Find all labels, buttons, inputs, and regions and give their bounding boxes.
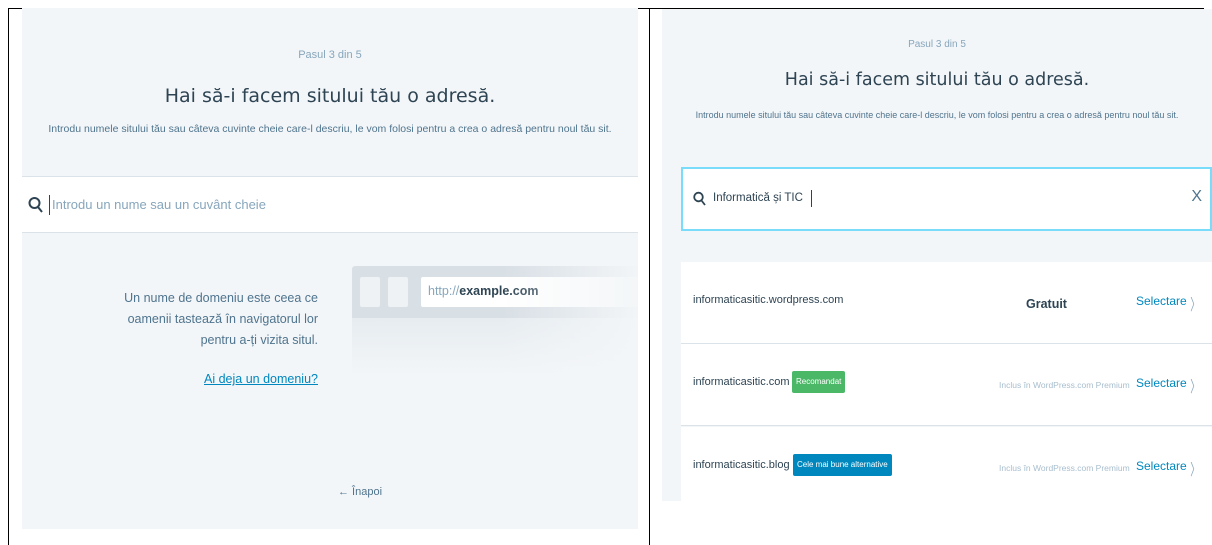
step-indicator: Pasul 3 din 5 (298, 49, 362, 61)
chevron-right-icon: 〉 (1190, 379, 1200, 396)
domain-search-bar[interactable]: Introdu un nume sau un cuvânt cheie (22, 176, 638, 233)
page-subtitle: Introdu numele sitului tău sau câteva cu… (695, 110, 1179, 120)
domain-result-row[interactable]: informaticasitic.com Recomandat Inclus î… (681, 344, 1212, 426)
select-domain-button[interactable]: Selectare (1136, 294, 1187, 308)
domain-result-row[interactable]: informaticasitic.blog Cele mai bune alte… (681, 427, 1212, 501)
domain-name: informaticasitic.blog (693, 459, 790, 471)
text-caret (811, 190, 812, 207)
chevron-right-icon: 〉 (1190, 297, 1200, 314)
step-indicator: Pasul 3 din 5 (908, 39, 966, 50)
page-title: Hai să-i facem sitului tău o adresă. (164, 85, 496, 107)
domain-search-input[interactable]: Introdu un nume sau un cuvânt cheie (52, 197, 266, 212)
plan-included-note: Inclus în WordPress.com Premium (999, 380, 1130, 390)
domain-search-input[interactable]: Informatică și TIC (713, 192, 803, 204)
browser-nav-button (360, 277, 380, 307)
back-button[interactable]: ← Înapoi (22, 486, 638, 498)
domain-name: informaticasitic.wordpress.com (693, 294, 844, 306)
best-alternative-badge: Cele mai bune alternative (793, 454, 892, 476)
page-title: Hai să-i facem sitului tău o adresă. (784, 70, 1090, 90)
recommended-badge: Recomandat (792, 371, 846, 393)
domain-result-row[interactable]: informaticasitic.wordpress.com Gratuit S… (681, 262, 1212, 344)
explanation-line: oamenii tastează în navigatorul lor (127, 312, 318, 326)
chevron-right-icon: 〉 (1190, 462, 1200, 479)
url-prefix: http:// (428, 284, 460, 298)
browser-nav-button (388, 277, 408, 307)
domain-search-bar[interactable]: Informatică și TIC X (681, 167, 1212, 231)
select-domain-button[interactable]: Selectare (1136, 376, 1187, 390)
explanation-line: Un nume de domeniu este ceea ce (124, 291, 318, 305)
domain-name: informaticasitic.com (693, 376, 790, 388)
select-domain-button[interactable]: Selectare (1136, 459, 1187, 473)
left-signup-panel: Pasul 3 din 5 Hai să-i facem sitului tău… (22, 8, 638, 529)
explanation-line: pentru a-ți vizita situl. (200, 333, 318, 347)
page-subtitle: Introdu numele sitului tău sau câteva cu… (48, 123, 612, 135)
domain-price: Gratuit (1026, 297, 1067, 311)
clear-search-button[interactable]: X (1191, 188, 1202, 206)
browser-illustration: http://example.com (352, 266, 638, 376)
right-signup-panel: Pasul 3 din 5 Hai să-i facem sitului tău… (662, 9, 1212, 501)
plan-included-note: Inclus în WordPress.com Premium (999, 463, 1130, 473)
search-icon (28, 197, 43, 213)
search-icon (693, 191, 706, 206)
domain-explanation: Un nume de domeniu este ceea ce oamenii … (102, 288, 318, 351)
illustration-fade (502, 266, 638, 376)
text-caret (49, 195, 50, 215)
frame-divider-line (649, 8, 650, 545)
frame-left-line (8, 8, 9, 545)
have-domain-link[interactable]: Ai deja un domeniu? (102, 372, 318, 386)
